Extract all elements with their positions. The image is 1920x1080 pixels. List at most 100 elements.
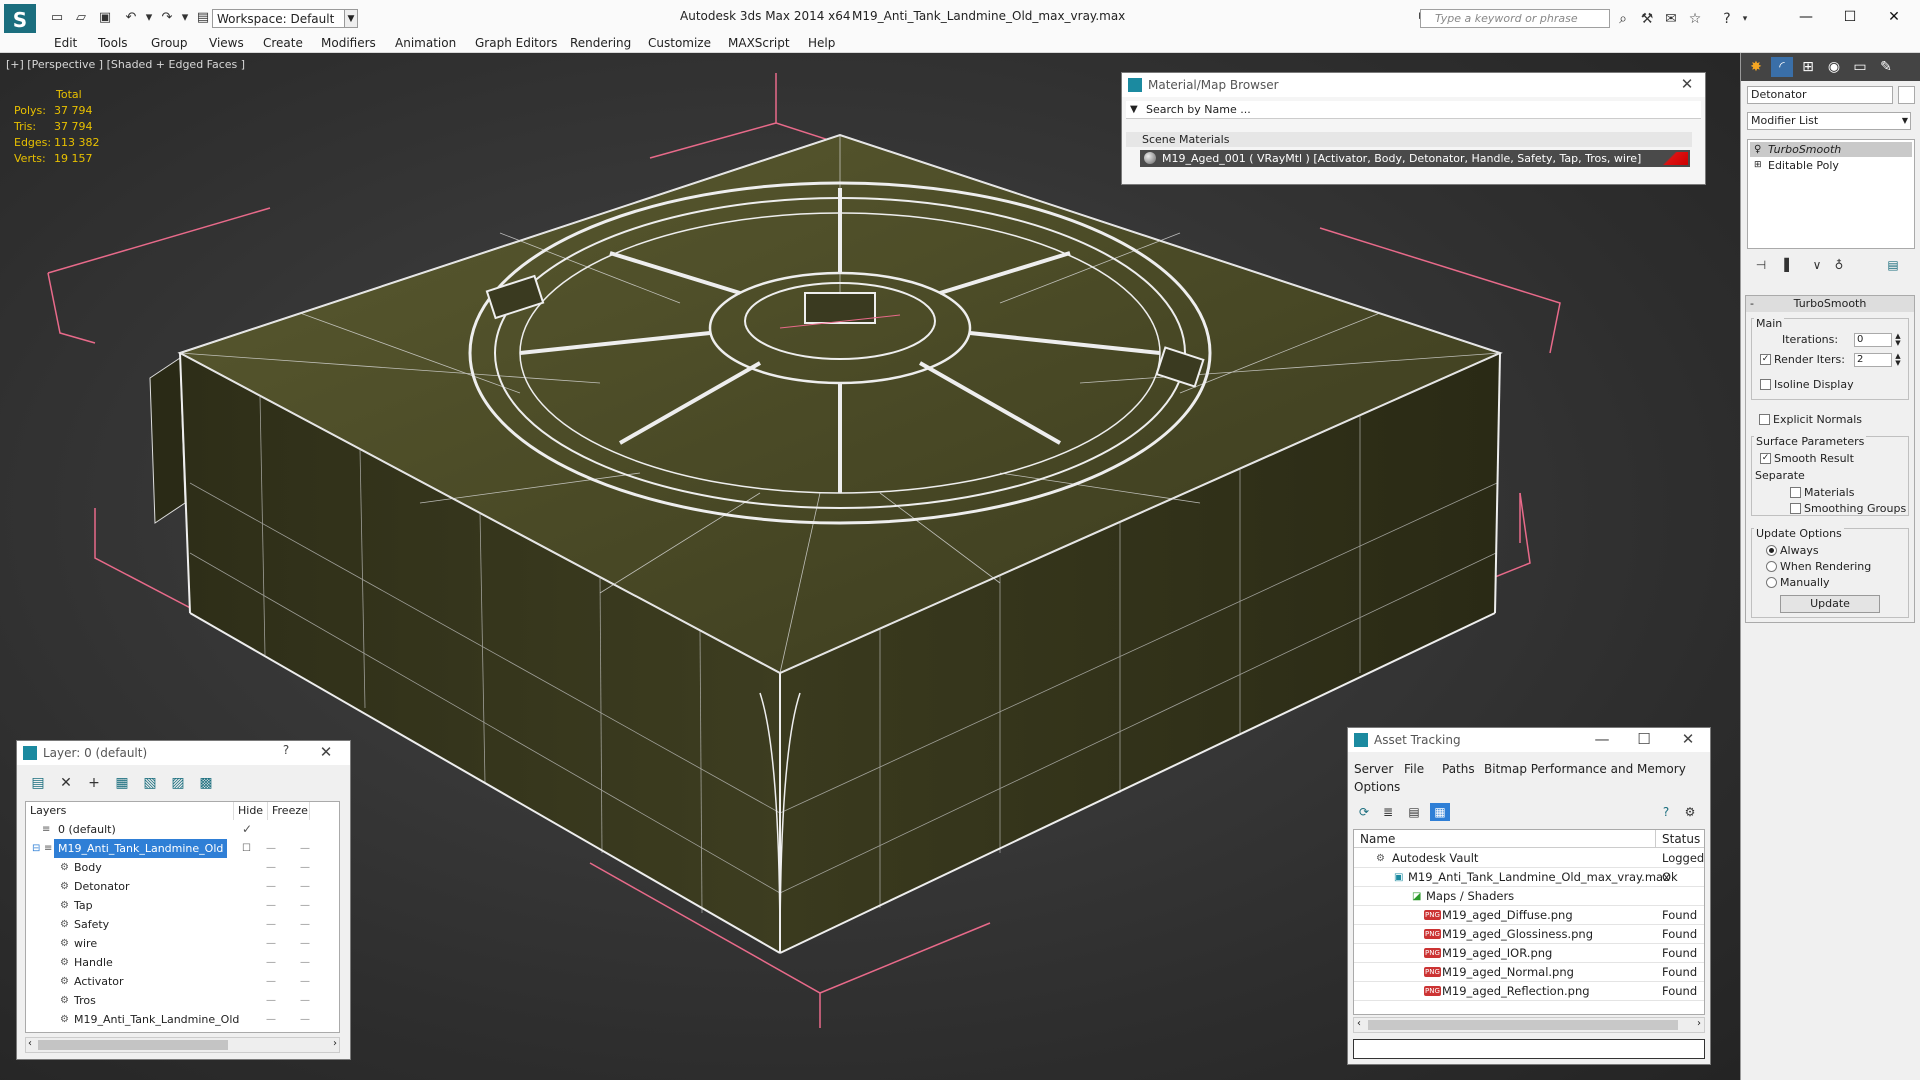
redo-icon[interactable]: ↷ (158, 10, 176, 26)
window-header[interactable]: Asset Tracking — ☐ ✕ (1348, 728, 1710, 752)
lightbulb-icon[interactable]: ♀ (1754, 142, 1761, 157)
materials-checkbox[interactable] (1790, 487, 1801, 498)
subscription-icon[interactable]: ⚒ (1638, 10, 1656, 28)
isoline-checkbox[interactable] (1760, 379, 1771, 390)
spinner-arrows-icon[interactable]: ▲ ▼ (1894, 333, 1902, 347)
collapse-icon[interactable]: - (1750, 296, 1754, 312)
object-row[interactable]: ⚙ Body — — (26, 858, 339, 877)
add-to-layer-icon[interactable]: + (83, 773, 105, 793)
render-iters-checkbox[interactable]: ✓ (1760, 354, 1771, 365)
asset-row[interactable]: ◪ Maps / Shaders (1354, 887, 1704, 906)
freeze-toggle[interactable]: — (300, 991, 310, 1010)
object-row[interactable]: ⚙ Activator — — (26, 972, 339, 991)
horizontal-scrollbar[interactable]: ‹ › (25, 1037, 340, 1053)
freeze-toggle[interactable]: — (300, 858, 310, 877)
when-rendering-radio[interactable] (1766, 561, 1777, 572)
hide-toggle[interactable]: — (266, 972, 276, 991)
menu-create[interactable]: Create (263, 36, 303, 50)
menu-paths[interactable]: Paths (1442, 762, 1475, 776)
freeze-toggle[interactable]: — (300, 896, 310, 915)
display-tab-icon[interactable]: ▭ (1849, 57, 1871, 77)
hide-toggle[interactable]: — (266, 839, 276, 858)
object-row[interactable]: ⚙ Tros — — (26, 991, 339, 1010)
scroll-right-icon[interactable]: › (333, 1038, 337, 1049)
new-file-icon[interactable]: ▭ (48, 10, 66, 26)
motion-tab-icon[interactable]: ◉ (1823, 57, 1845, 77)
hierarchy-tab-icon[interactable]: ⊞ (1797, 57, 1819, 77)
asset-row[interactable]: PNG M19_aged_Glossiness.png Found (1354, 925, 1704, 944)
stack-item-editable-poly[interactable]: ⊞ Editable Poly (1750, 158, 1912, 173)
delete-layer-icon[interactable]: ✕ (55, 773, 77, 793)
scrollbar-thumb[interactable] (38, 1040, 228, 1050)
object-row[interactable]: ⚙ wire — — (26, 934, 339, 953)
select-objects-icon[interactable]: ▦ (111, 773, 133, 793)
object-row[interactable]: ⚙ Tap — — (26, 896, 339, 915)
freeze-toggle[interactable]: — (300, 877, 310, 896)
asset-row[interactable]: PNG M19_aged_Normal.png Found (1354, 963, 1704, 982)
details-view-icon[interactable]: ▤ (1404, 803, 1424, 821)
scroll-left-icon[interactable]: ‹ (1357, 1018, 1361, 1029)
asset-path-field[interactable] (1353, 1039, 1705, 1059)
hide-all-icon[interactable]: ▨ (167, 773, 189, 793)
minimize-icon[interactable]: — (1786, 4, 1826, 30)
column-header-hide[interactable]: Hide (234, 802, 268, 820)
menu-group[interactable]: Group (151, 36, 188, 50)
material-item[interactable]: M19_Aged_001 ( VRayMtl ) [Activator, Bod… (1140, 150, 1690, 167)
star-icon[interactable]: ☆ (1686, 10, 1704, 28)
object-row[interactable]: ⚙ Safety — — (26, 915, 339, 934)
show-end-result-icon[interactable]: ▌ (1779, 255, 1799, 275)
hide-toggle[interactable]: — (266, 915, 276, 934)
asset-row[interactable]: PNG M19_aged_Reflection.png Found (1354, 982, 1704, 1001)
current-layer-icon[interactable]: ☐ (242, 839, 251, 858)
menu-animation[interactable]: Animation (395, 36, 456, 50)
layer-row[interactable]: ≡ 0 (default) ✓ (26, 820, 339, 839)
menu-bitmap-performance[interactable]: Bitmap Performance and Memory (1484, 762, 1686, 776)
scroll-left-icon[interactable]: ‹ (28, 1038, 32, 1049)
smoothing-groups-checkbox[interactable] (1790, 503, 1801, 514)
create-layer-icon[interactable]: ▤ (27, 773, 49, 793)
freeze-toggle[interactable]: — (300, 839, 310, 858)
menu-edit[interactable]: Edit (54, 36, 77, 50)
close-icon[interactable]: ✕ (316, 743, 336, 761)
modify-tab-icon[interactable]: ◜ (1771, 57, 1793, 77)
redo-dropdown-icon[interactable]: ▾ (176, 10, 194, 26)
menu-help[interactable]: Help (808, 36, 835, 50)
list-view-icon[interactable]: ≣ (1378, 803, 1398, 821)
asset-row[interactable]: PNG M19_aged_Diffuse.png Found (1354, 906, 1704, 925)
remove-modifier-icon[interactable]: ♁ (1829, 255, 1849, 275)
freeze-all-icon[interactable]: ▩ (195, 773, 217, 793)
maximize-icon[interactable]: ☐ (1634, 730, 1654, 748)
project-folder-icon[interactable]: ▤ (194, 10, 212, 26)
hide-toggle[interactable]: — (266, 934, 276, 953)
undo-icon[interactable]: ↶ (122, 10, 140, 26)
collapse-icon[interactable]: ⊟ (32, 839, 40, 858)
table-view-icon[interactable]: ▦ (1430, 803, 1450, 821)
make-unique-icon[interactable]: ∨ (1807, 255, 1827, 275)
smooth-result-checkbox[interactable]: ✓ (1760, 453, 1771, 464)
select-layer-icon[interactable]: ▧ (139, 773, 161, 793)
undo-dropdown-icon[interactable]: ▾ (140, 10, 158, 26)
close-icon[interactable]: ✕ (1874, 4, 1914, 30)
always-radio[interactable] (1766, 545, 1777, 556)
column-header-name[interactable]: Name (1354, 830, 1656, 848)
menu-tools[interactable]: Tools (98, 36, 128, 50)
help-icon[interactable]: ? (1718, 10, 1736, 28)
menu-modifiers[interactable]: Modifiers (321, 36, 376, 50)
viewport-label[interactable]: [+] [Perspective ] [Shaded + Edged Faces… (6, 58, 245, 71)
checkmark-icon[interactable]: ✓ (242, 820, 252, 839)
chevron-down-icon[interactable]: ▼ (1898, 113, 1912, 129)
hide-toggle[interactable]: — (266, 877, 276, 896)
rollout-header[interactable]: - TurboSmooth (1746, 296, 1914, 312)
communication-icon[interactable]: ✉ (1662, 10, 1680, 28)
help-icon[interactable]: ? (276, 743, 296, 757)
freeze-toggle[interactable]: — (300, 915, 310, 934)
object-row[interactable]: ⚙ M19_Anti_Tank_Landmine_Old — — (26, 1010, 339, 1029)
close-icon[interactable]: ✕ (1677, 75, 1697, 93)
freeze-toggle[interactable]: — (300, 953, 310, 972)
object-row[interactable]: ⚙ Handle — — (26, 953, 339, 972)
menu-views[interactable]: Views (209, 36, 244, 50)
manually-radio[interactable] (1766, 577, 1777, 588)
menu-maxscript[interactable]: MAXScript (728, 36, 790, 50)
horizontal-scrollbar[interactable]: ‹ › (1353, 1017, 1705, 1033)
pin-stack-icon[interactable]: ⊣ (1751, 255, 1771, 275)
